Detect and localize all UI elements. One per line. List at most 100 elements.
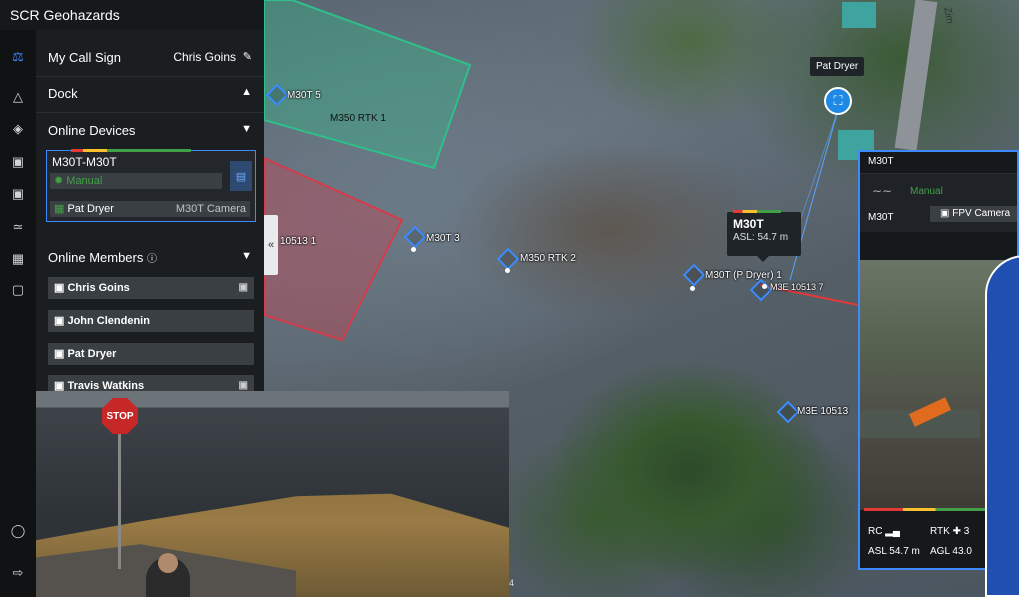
flight-mode-text: Manual bbox=[66, 175, 103, 187]
signal-bar bbox=[733, 210, 781, 213]
layers-icon[interactable]: ◈ bbox=[0, 118, 36, 140]
online-members-label: Online Members ⓘ bbox=[48, 250, 157, 265]
chevron-down-icon[interactable]: ▼ bbox=[241, 250, 252, 262]
map-icon[interactable]: ⚖ bbox=[0, 46, 36, 68]
person bbox=[146, 553, 190, 597]
app-title: SCR Geohazards bbox=[10, 7, 120, 23]
device-marker[interactable] bbox=[403, 225, 427, 249]
monitor-icon: ▣ bbox=[54, 282, 68, 294]
stop-sign: STOP bbox=[102, 398, 138, 434]
fpv-camera-button[interactable]: ▣ FPV Camera bbox=[930, 206, 1017, 222]
tooltip-title: M30T bbox=[733, 217, 764, 231]
map-label-m30t3: M30T 3 bbox=[426, 233, 460, 244]
device-marker[interactable] bbox=[776, 400, 800, 424]
monitor-icon: ▣ bbox=[54, 315, 68, 327]
map-label-105131: 10513 1 bbox=[280, 236, 317, 247]
device-marker[interactable] bbox=[496, 247, 520, 271]
member-name: Pat Dryer bbox=[67, 348, 117, 360]
signal-bar bbox=[71, 149, 191, 152]
map-label-m350rtk1: M350 RTK 1 bbox=[330, 113, 386, 124]
rc-status: RC ▂▄ bbox=[868, 526, 900, 537]
geofence-red-zone[interactable] bbox=[262, 150, 407, 350]
dock-label: Dock bbox=[48, 86, 78, 101]
dock-row[interactable]: Dock ▲ bbox=[36, 76, 264, 113]
nav-rail: ⚖ △ ◈ ▣ ▣ ≃ ▦ ▢ ◯ ⇨ bbox=[0, 0, 36, 597]
call-sign-label: My Call Sign bbox=[48, 50, 121, 65]
device-status bbox=[860, 174, 1017, 232]
call-sign-value[interactable]: Chris Goins bbox=[173, 50, 236, 64]
pilot-label: Pat Dryer bbox=[810, 57, 865, 76]
device-mode: Manual bbox=[910, 186, 943, 197]
title-bar: SCR Geohazards bbox=[0, 0, 264, 30]
overlay-window[interactable] bbox=[985, 255, 1019, 597]
pilot-name: Pat Dryer bbox=[67, 203, 114, 215]
member-name: John Clendenin bbox=[67, 315, 150, 327]
member-name: Chris Goins bbox=[67, 282, 130, 294]
satellite-icon: ✚ bbox=[952, 526, 961, 537]
rtk-value: 3 bbox=[963, 526, 970, 537]
online-devices-row[interactable]: Online Devices ▼ bbox=[36, 113, 264, 149]
rtk-status: RTK ✚ 3 bbox=[930, 526, 969, 537]
feed-corner-text: 4 bbox=[509, 578, 515, 588]
rtk-label: RTK bbox=[930, 526, 950, 537]
flight-mode: ✹ Manual bbox=[50, 173, 222, 189]
rc-label: RC bbox=[868, 526, 883, 537]
calendar-icon[interactable]: ▢ bbox=[0, 279, 36, 301]
building bbox=[842, 2, 876, 28]
camera-label[interactable]: M30T Camera bbox=[176, 201, 250, 217]
online-devices-label: Online Devices bbox=[48, 123, 136, 138]
map-label-m3e105137: M3E 10513 7 bbox=[770, 282, 824, 292]
map-label-m350rtk2: M350 RTK 2 bbox=[520, 253, 576, 264]
signal-icon: ▂▄ bbox=[885, 526, 901, 537]
drone-icon: ∼∼ bbox=[872, 184, 893, 198]
device-card[interactable]: M30T-M30T ✹ Manual ▤ ▦ Pat Dryer M30T Ca… bbox=[46, 149, 256, 222]
device-tooltip: M30T ASL: 54.7 m bbox=[727, 210, 801, 262]
monitor-icon: ▣ bbox=[54, 348, 68, 360]
member-item[interactable]: ▣ Chris Goins ▣ bbox=[48, 277, 254, 299]
device-dot bbox=[762, 284, 767, 289]
collapse-panel-button[interactable]: « bbox=[264, 215, 278, 275]
focus-icon[interactable]: ▣ bbox=[239, 277, 248, 299]
agl-value: AGL 43.0 bbox=[930, 546, 972, 557]
chevron-up-icon[interactable]: ▲ bbox=[241, 86, 252, 98]
device-marker[interactable] bbox=[682, 263, 706, 287]
road-name-label: Zim bbox=[941, 6, 956, 25]
signal-bar bbox=[864, 508, 994, 511]
device-model: M30T bbox=[868, 212, 894, 223]
fpv-camera-label: FPV Camera bbox=[952, 208, 1011, 219]
drone-icon: ✹ bbox=[54, 175, 67, 187]
tooltip-asl: ASL: 54.7 m bbox=[733, 232, 789, 243]
flight-routes-icon[interactable]: ≃ bbox=[0, 216, 36, 238]
device-panel-header: M30T bbox=[860, 152, 1017, 174]
camera-feed[interactable]: STOP bbox=[36, 391, 509, 597]
controller-icon: ▦ bbox=[54, 203, 68, 215]
device-dot bbox=[411, 247, 416, 252]
device-dot bbox=[505, 268, 510, 273]
media-icon[interactable]: ▣ bbox=[0, 183, 36, 205]
road bbox=[894, 0, 938, 151]
chat-icon[interactable]: ▤ bbox=[230, 161, 252, 191]
map-label-m30t5: M30T 5 bbox=[287, 90, 321, 101]
pilot-row[interactable]: ▦ Pat Dryer M30T Camera bbox=[50, 201, 250, 217]
edit-icon[interactable]: ✎ bbox=[243, 50, 252, 63]
map-label-m30t-pdryer: M30T (P Dryer) 1 bbox=[705, 270, 782, 281]
online-members-text: Online Members bbox=[48, 250, 144, 265]
asl-value: ASL 54.7 m bbox=[868, 546, 920, 557]
device-name: M30T-M30T bbox=[52, 155, 117, 169]
remote-controller-icon[interactable]: ⛶ bbox=[824, 87, 852, 115]
alert-icon[interactable]: △ bbox=[0, 86, 36, 108]
member-item[interactable]: ▣ John Clendenin bbox=[48, 310, 254, 332]
member-item[interactable]: ▣ Pat Dryer bbox=[48, 343, 254, 365]
info-icon[interactable]: ⓘ bbox=[147, 254, 157, 265]
globe-icon[interactable]: ◯ bbox=[0, 520, 36, 542]
call-sign-row: My Call Sign Chris Goins ✎ bbox=[36, 40, 264, 77]
map-label-m3e10513: M3E 10513 bbox=[797, 406, 849, 417]
logout-icon[interactable]: ⇨ bbox=[0, 562, 36, 584]
device-dot bbox=[690, 286, 695, 291]
team-icon[interactable]: ▦ bbox=[0, 248, 36, 270]
sign-pole bbox=[118, 429, 121, 569]
model-icon[interactable]: ▣ bbox=[0, 151, 36, 173]
online-members-row[interactable]: Online Members ⓘ ▼ bbox=[36, 240, 264, 276]
chevron-down-icon[interactable]: ▼ bbox=[241, 123, 252, 135]
camera-icon: ▣ bbox=[940, 208, 953, 219]
